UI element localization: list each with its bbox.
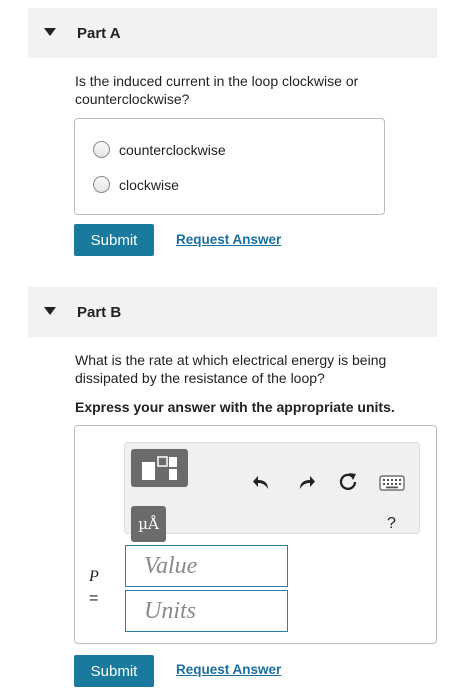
part-b-title: Part B bbox=[77, 303, 122, 321]
math-toolbar: µÅ ? bbox=[124, 442, 420, 542]
collapse-caret-icon[interactable] bbox=[44, 28, 56, 36]
part-b-question: What is the rate at which electrical ene… bbox=[75, 352, 387, 386]
part-b-submit-button[interactable]: Submit bbox=[74, 655, 154, 687]
value-input[interactable] bbox=[125, 545, 288, 587]
radio-button[interactable] bbox=[93, 176, 110, 193]
part-a-question: Is the induced current in the loop clock… bbox=[75, 73, 359, 107]
variable-label: P bbox=[89, 568, 99, 585]
reset-icon[interactable] bbox=[337, 471, 359, 493]
templates-button[interactable] bbox=[131, 449, 188, 487]
part-a-request-answer-link[interactable]: Request Answer bbox=[176, 232, 281, 247]
choice-group: counterclockwise clockwise bbox=[74, 118, 385, 215]
units-button[interactable]: µÅ bbox=[131, 506, 166, 542]
help-button[interactable]: ? bbox=[387, 515, 396, 533]
choice-counterclockwise[interactable]: counterclockwise bbox=[93, 141, 226, 158]
keyboard-icon[interactable] bbox=[379, 475, 405, 491]
templates-icon bbox=[142, 456, 177, 480]
part-a-submit-button[interactable]: Submit bbox=[74, 224, 154, 256]
answer-box: µÅ ? P = bbox=[74, 425, 437, 644]
equals-sign: = bbox=[89, 590, 99, 607]
radio-button[interactable] bbox=[93, 141, 110, 158]
choice-label: counterclockwise bbox=[119, 141, 226, 158]
part-b-instruction: Express your answer with the appropriate… bbox=[75, 399, 395, 415]
redo-icon[interactable] bbox=[296, 473, 316, 491]
collapse-caret-icon[interactable] bbox=[44, 307, 56, 315]
part-a-header[interactable]: Part A bbox=[28, 8, 437, 58]
part-b-header[interactable]: Part B bbox=[28, 287, 437, 337]
units-input[interactable] bbox=[125, 590, 288, 632]
undo-icon[interactable] bbox=[252, 473, 272, 491]
choice-label: clockwise bbox=[119, 176, 179, 193]
choice-clockwise[interactable]: clockwise bbox=[93, 176, 179, 193]
part-a-title: Part A bbox=[77, 24, 121, 42]
part-b-request-answer-link[interactable]: Request Answer bbox=[176, 662, 281, 677]
